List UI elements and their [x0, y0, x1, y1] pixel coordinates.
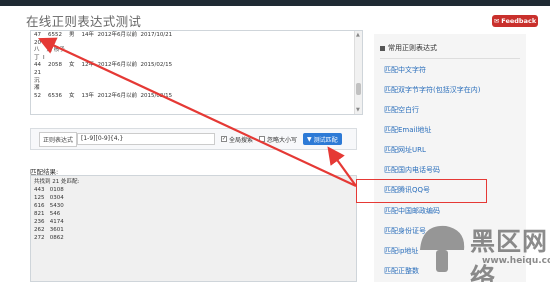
arrow-to-textarea	[38, 37, 357, 187]
watermark-logo: 黑区网络 www.heiqu.com	[416, 220, 550, 282]
watermark-url: www.heiqu.com	[482, 256, 550, 266]
watermark-text: 黑区网络	[470, 227, 549, 282]
mushroom-icon	[420, 225, 465, 272]
